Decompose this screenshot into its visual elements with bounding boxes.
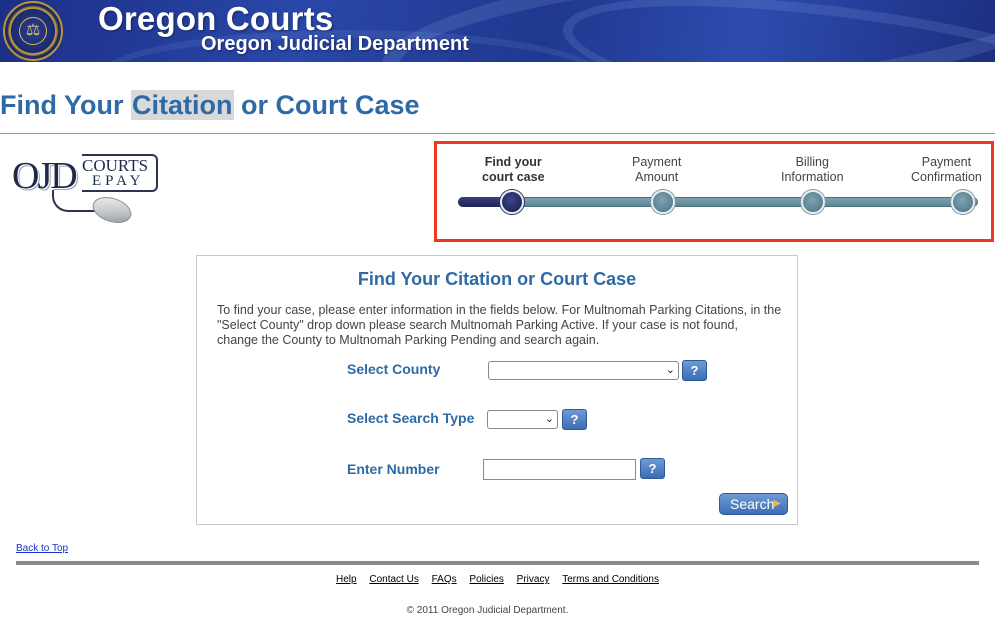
state-seal-icon: ⚖ bbox=[3, 1, 63, 61]
header-banner: ⚖ Oregon Courts Oregon Judicial Departme… bbox=[0, 0, 995, 62]
footer-link-privacy[interactable]: Privacy bbox=[517, 574, 550, 585]
case-number-input[interactable] bbox=[483, 459, 636, 480]
logo-epay-text: EPAY bbox=[92, 173, 145, 189]
divider bbox=[0, 133, 995, 134]
search-button-label: Search bbox=[730, 496, 775, 512]
step-dot bbox=[951, 190, 975, 214]
page-title-part: Find Your bbox=[0, 90, 131, 120]
number-help-button[interactable]: ? bbox=[640, 458, 665, 479]
step-dot bbox=[801, 190, 825, 214]
county-help-button[interactable]: ? bbox=[682, 360, 707, 381]
site-subtitle: Oregon Judicial Department bbox=[201, 33, 469, 55]
county-label: Select County bbox=[347, 361, 441, 377]
progress-steps: Find your court case Payment Amount Billin… bbox=[434, 141, 994, 242]
step-label-billing-information: Billing Information bbox=[781, 155, 844, 185]
step-label-line: Payment bbox=[632, 155, 682, 169]
step-label-line: Billing bbox=[795, 155, 829, 169]
footer-link-contact-us[interactable]: Contact Us bbox=[369, 574, 418, 585]
footer-link-faqs[interactable]: FAQs bbox=[432, 574, 457, 585]
step-label-line: Information bbox=[781, 170, 844, 184]
back-to-top-link[interactable]: Back to Top bbox=[16, 543, 68, 554]
search-type-select[interactable]: ⌄ bbox=[487, 410, 558, 429]
county-select[interactable]: ⌄ bbox=[488, 361, 679, 380]
step-label-payment-confirmation: Payment Confirmation bbox=[911, 155, 982, 185]
step-dot bbox=[651, 190, 675, 214]
page-title-highlight: Citation bbox=[131, 90, 234, 120]
chevron-down-icon: ⌄ bbox=[665, 364, 675, 376]
form-instructions: To find your case, please enter informat… bbox=[217, 303, 782, 347]
step-label-line: court case bbox=[482, 170, 545, 184]
page-title: Find Your Citation or Court Case bbox=[0, 90, 420, 121]
number-label: Enter Number bbox=[347, 461, 440, 477]
copyright-text: © 2011 Oregon Judicial Department. bbox=[406, 605, 569, 616]
footer-divider bbox=[16, 561, 979, 565]
footer-links: Help Contact Us FAQs Policies Privacy Te… bbox=[0, 574, 995, 585]
footer-link-terms[interactable]: Terms and Conditions bbox=[562, 574, 659, 585]
search-button[interactable]: Search ▶ bbox=[719, 493, 788, 515]
form-title: Find Your Citation or Court Case bbox=[357, 269, 637, 289]
courts-epay-logo: OJD COURTS EPAY bbox=[12, 154, 160, 228]
step-label-line: Payment bbox=[921, 155, 972, 169]
step-label-line: Amount bbox=[635, 170, 679, 184]
search-type-help-button[interactable]: ? bbox=[562, 409, 587, 430]
search-type-label: Select Search Type bbox=[347, 410, 475, 426]
footer-link-policies[interactable]: Policies bbox=[469, 574, 503, 585]
progress-track bbox=[458, 197, 978, 207]
step-label-payment-amount: Payment Amount bbox=[632, 155, 681, 185]
step-dot-active bbox=[500, 190, 524, 214]
chevron-down-icon: ⌄ bbox=[544, 413, 554, 425]
step-label-line: Find your bbox=[484, 155, 542, 169]
footer-link-help[interactable]: Help bbox=[336, 574, 357, 585]
step-label-line: Confirmation bbox=[911, 170, 982, 184]
page-title-part: or Court Case bbox=[233, 90, 420, 120]
search-form-panel: Find Your Citation or Court Case To find… bbox=[196, 255, 798, 525]
arrow-right-icon: ▶ bbox=[773, 498, 781, 509]
step-label-find-case: Find your court case bbox=[482, 155, 545, 185]
